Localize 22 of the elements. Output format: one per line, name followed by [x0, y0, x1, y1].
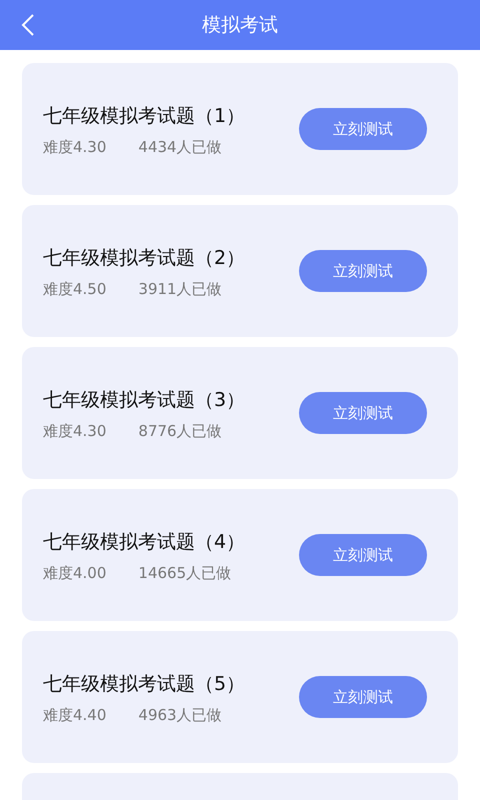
start-test-button[interactable]: 立刻测试 — [299, 392, 427, 434]
start-test-button[interactable]: 立刻测试 — [299, 108, 427, 150]
participants-count: 3911人已做 — [138, 279, 222, 300]
participants-count: 4434人已做 — [138, 137, 222, 158]
difficulty-text: 难度4.30 — [43, 421, 106, 442]
start-test-button[interactable]: 立刻测试 — [299, 534, 427, 576]
participants-count: 14665人已做 — [138, 563, 232, 584]
exam-title: 七年级模拟考试题（1） — [43, 105, 246, 128]
difficulty-text: 难度4.30 — [43, 137, 106, 158]
difficulty-text: 难度4.50 — [43, 279, 106, 300]
exam-title: 七年级模拟考试题（4） — [43, 531, 246, 554]
exam-title: 七年级模拟考试题（3） — [43, 389, 246, 412]
participants-count: 4963人已做 — [138, 705, 222, 726]
back-icon — [21, 13, 35, 37]
difficulty-text: 难度4.00 — [43, 563, 106, 584]
start-test-button[interactable]: 立刻测试 — [299, 676, 427, 718]
start-test-button[interactable]: 立刻测试 — [299, 250, 427, 292]
difficulty-text: 难度4.40 — [43, 705, 106, 726]
exam-title: 七年级模拟考试题（5） — [43, 673, 246, 696]
participants-count: 8776人已做 — [138, 421, 222, 442]
page-title: 模拟考试 — [202, 12, 278, 38]
exam-title: 七年级模拟考试题（2） — [43, 247, 246, 270]
